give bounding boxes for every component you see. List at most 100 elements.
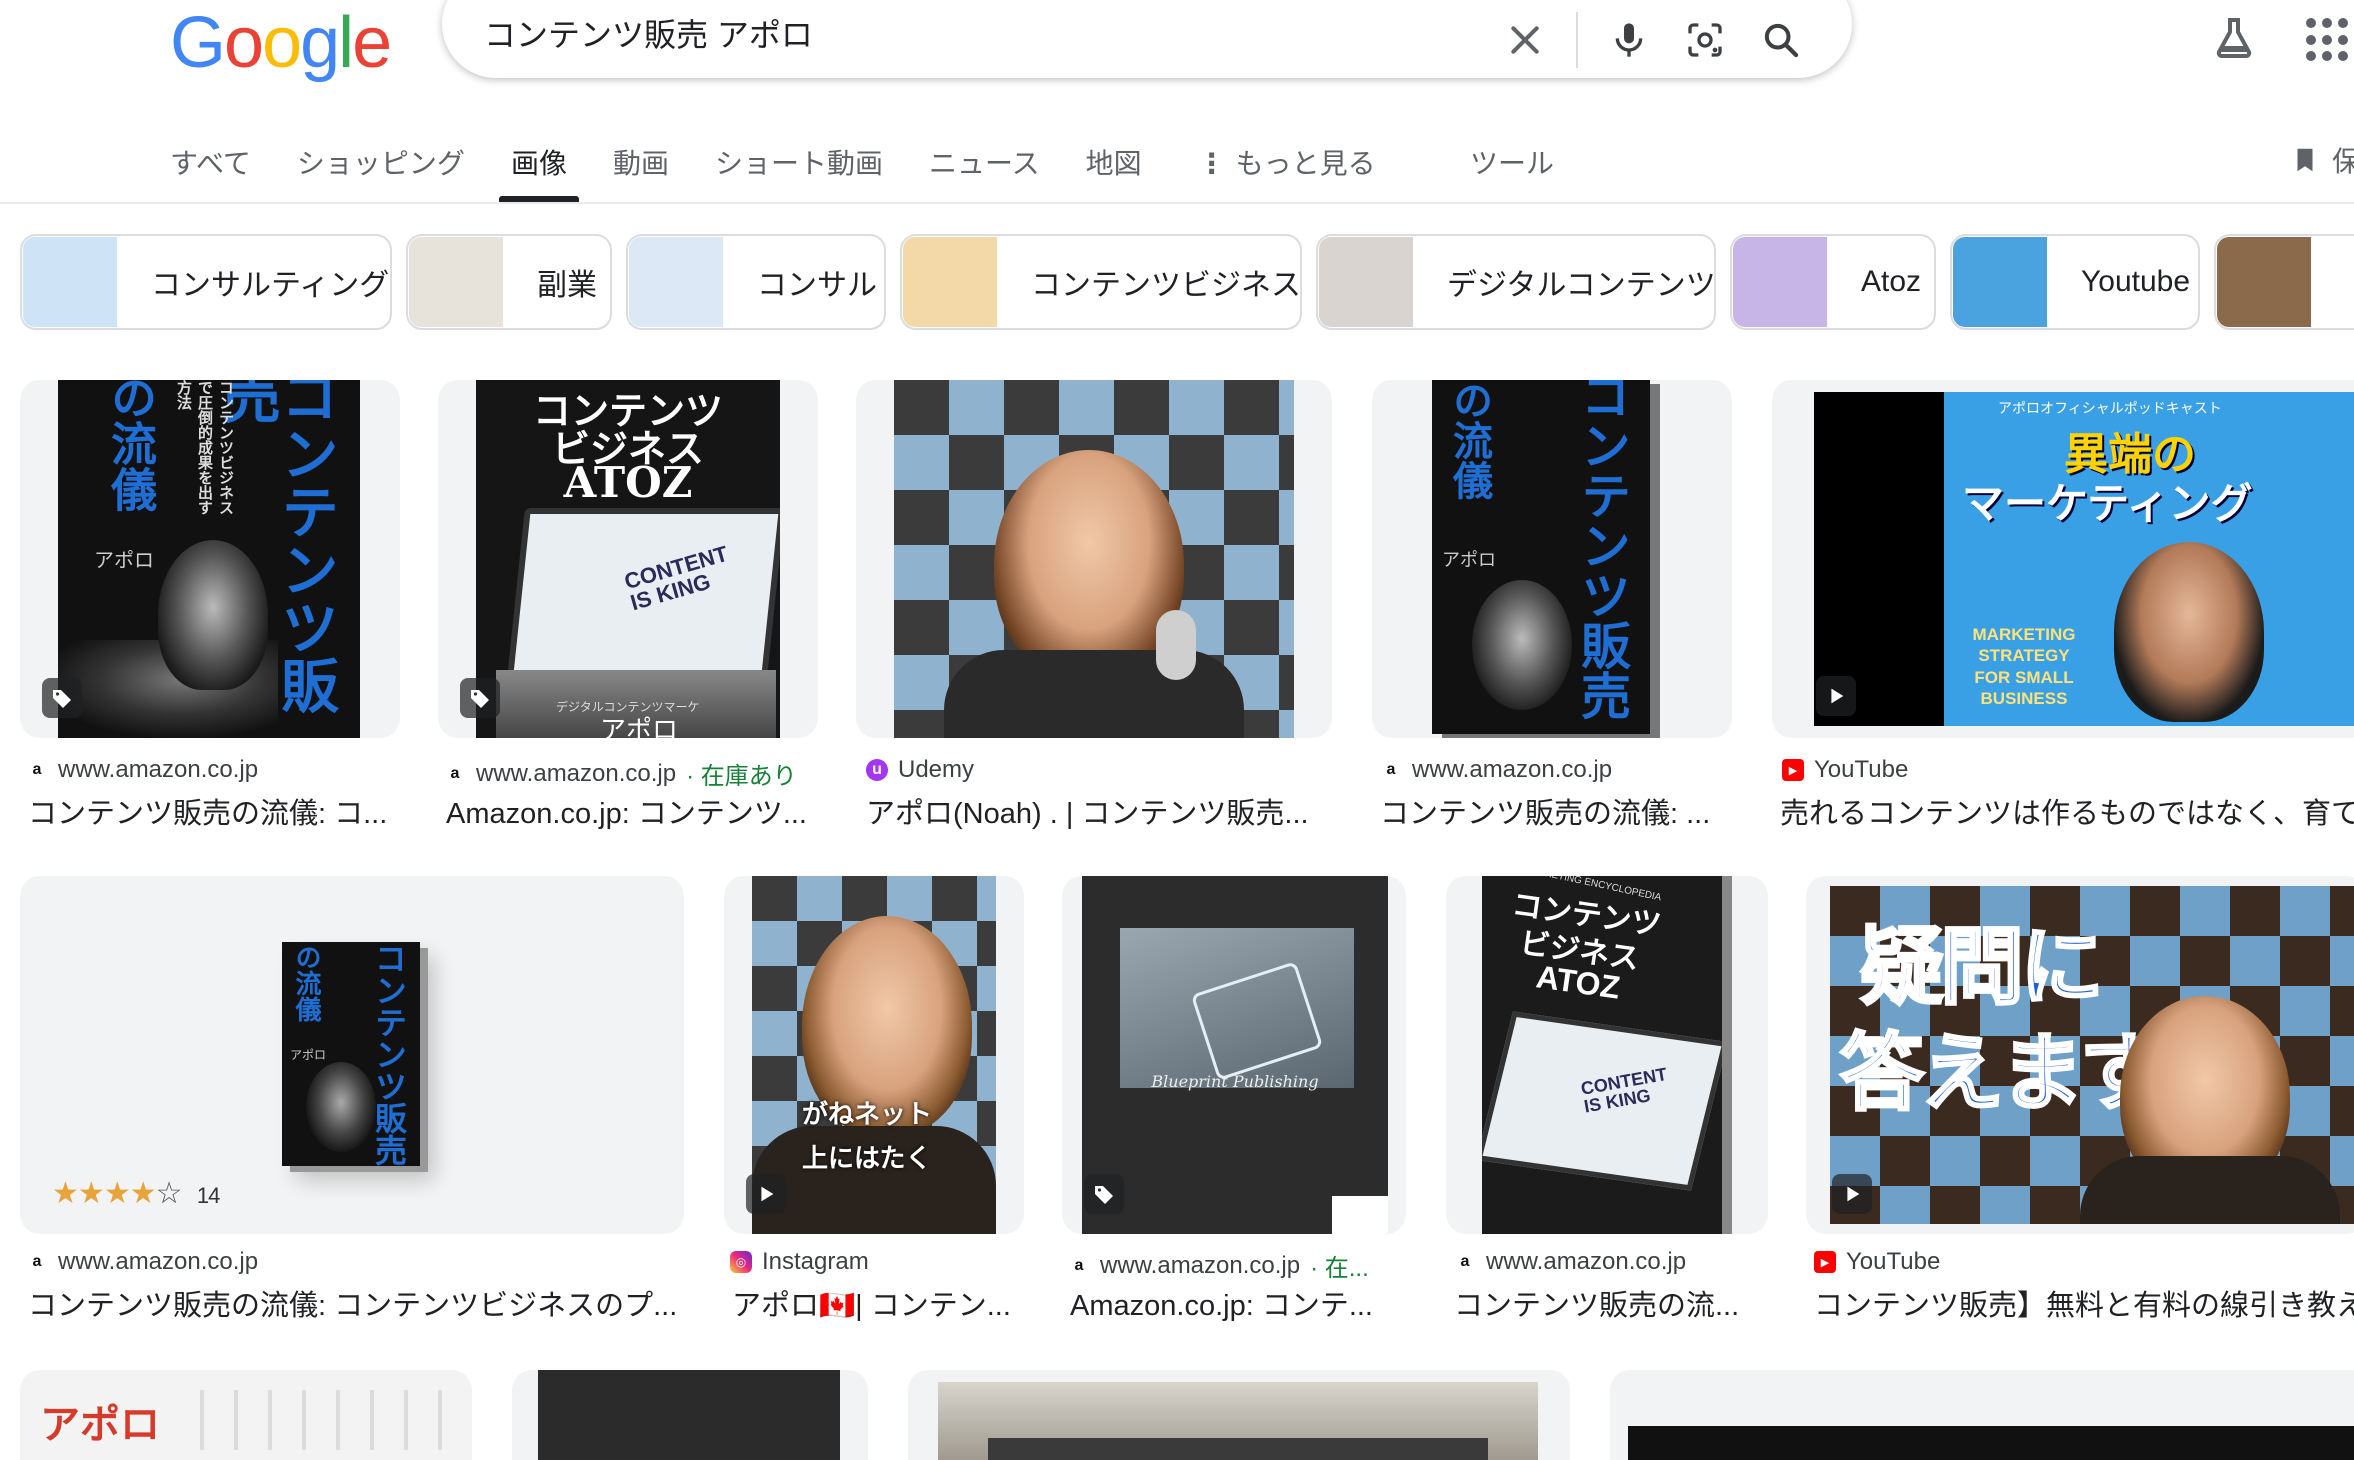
result-thumbnail[interactable]: アポロ	[20, 1370, 472, 1460]
image-result[interactable]: アポロ	[20, 1370, 472, 1460]
tab-label: 動画	[612, 148, 669, 179]
result-thumbnail[interactable]: アポロオフィシャルポッドキャスト 異端の マーケティング MARKETING S…	[1772, 380, 2354, 738]
book-cover-image: コンテンツ ビジネス ATOZ CONTENT IS KING デジタルコンテン…	[476, 380, 780, 738]
amazon-icon: a	[1460, 1253, 1470, 1270]
result-title[interactable]: コンテンツ販売】無料と有料の線引き教え	[1814, 1282, 2354, 1324]
image-result[interactable]	[908, 1370, 1570, 1460]
image-result[interactable]: コンテンツ販売 の流儀 アポロ ★★★★☆ 14 a www.amazon.co…	[20, 876, 684, 1336]
result-title[interactable]: コンテンツ販売の流...	[1454, 1282, 1768, 1324]
tools-button[interactable]: ツール	[1470, 142, 1554, 182]
result-source[interactable]: a www.amazon.co.jp	[1454, 1248, 1696, 1276]
image-result[interactable]: コンテンツ販売 の流儀 コンテンツビジネスで圧倒的成果を出す方法 アポロ a w…	[20, 380, 400, 840]
result-thumbnail[interactable]: コンテンツ販売 の流儀 アポロ	[1372, 380, 1732, 738]
result-thumbnail[interactable]	[512, 1370, 868, 1460]
tab-images[interactable]: 画像	[498, 136, 579, 202]
video-thumbnail-image: 疑問に 答えます	[1830, 886, 2354, 1224]
video-caption: 答えます	[1838, 1025, 2165, 1122]
result-image	[538, 1370, 840, 1460]
result-title[interactable]: Amazon.co.jp: コンテンツ...	[446, 790, 818, 832]
result-thumbnail[interactable]: Blueprint Publishing	[1062, 876, 1406, 1234]
tab-news[interactable]: ニュース	[929, 136, 1040, 202]
header-divider	[0, 202, 2354, 204]
tab-shopping[interactable]: ショッピング	[297, 136, 465, 202]
result-title[interactable]: コンテンツ販売の流儀: コンテンツビジネスのプ...	[28, 1282, 684, 1324]
source-domain: www.amazon.co.jp	[1412, 756, 1613, 783]
chip-thumbnail	[23, 237, 117, 327]
logo-letter: l	[338, 3, 354, 83]
search-input[interactable]: コンテンツ販売 アポロ	[484, 10, 813, 56]
tab-all[interactable]: すべて	[170, 136, 251, 202]
chip-consul[interactable]: コンサル	[626, 234, 886, 330]
chip-more[interactable]	[2214, 234, 2354, 330]
apps-grid-icon[interactable]	[2306, 18, 2350, 62]
book-title: コンテンツ販売	[370, 942, 408, 1166]
result-thumbnail[interactable]: MARKETING ENCYCLOPEDIA コンテンツ ビジネス ATOZ C…	[1446, 876, 1768, 1234]
chip-label: Youtube	[2081, 265, 2191, 298]
result-title[interactable]: コンテンツ販売の流儀: コ...	[28, 790, 400, 832]
amazon-icon: a	[1074, 1256, 1084, 1274]
result-title[interactable]: アポロ(Noah) . | コンテンツ販売...	[866, 790, 1332, 832]
tab-videos[interactable]: 動画	[613, 136, 669, 202]
tab-short-videos[interactable]: ショート動画	[715, 136, 883, 202]
result-source[interactable]: a www.amazon.co.jp	[26, 756, 268, 784]
image-result[interactable]: MARKETING ENCYCLOPEDIA コンテンツ ビジネス ATOZ C…	[1446, 876, 1768, 1336]
tab-more[interactable]: ⋮ もっと見る	[1198, 136, 1376, 202]
image-result[interactable]: コンテンツ販売 の流儀 アポロ a www.amazon.co.jp コンテンツ…	[1372, 380, 1732, 840]
result-thumbnail[interactable]: コンテンツ ビジネス ATOZ CONTENT IS KING デジタルコンテン…	[438, 380, 818, 738]
image-result[interactable]: u Udemy アポロ(Noah) . | コンテンツ販売...	[856, 380, 1332, 840]
search-icon[interactable]	[1758, 17, 1804, 63]
image-result[interactable]: Blueprint Publishing a www.amazon.co.jp …	[1062, 876, 1406, 1336]
result-source[interactable]: ▶ YouTube	[1782, 756, 1918, 784]
result-source[interactable]: ▶ YouTube	[1814, 1248, 1950, 1276]
result-thumbnail[interactable]	[856, 380, 1332, 738]
video-caption: がねネット	[802, 1099, 933, 1129]
result-thumbnail[interactable]: コンテンツ販売 の流儀 アポロ ★★★★☆ 14	[20, 876, 684, 1234]
star-icon: ★	[129, 1177, 157, 1210]
chip-content-business[interactable]: コンテンツビジネス	[900, 234, 1302, 330]
book-tagline: コンテンツビジネスで圧倒的成果を出す方法	[175, 380, 235, 515]
chip-consulting[interactable]: コンサルティング	[20, 234, 392, 330]
podcast-title: マーケティング	[1962, 480, 2253, 527]
search-box[interactable]: コンテンツ販売 アポロ	[442, 0, 1852, 78]
saved-button[interactable]: 保	[2290, 140, 2354, 180]
image-result[interactable]	[512, 1370, 868, 1460]
flask-icon[interactable]	[2210, 14, 2258, 62]
chip-youtube[interactable]: Youtube	[1950, 234, 2200, 330]
chip-side-job[interactable]: 副業	[406, 234, 612, 330]
result-source[interactable]: ◎ Instagram	[730, 1248, 879, 1276]
result-title[interactable]: 売れるコンテンツは作るものではなく、育て	[1780, 790, 2354, 832]
youtube-icon: ▶	[1782, 759, 1804, 781]
camera-lens-icon[interactable]	[1682, 17, 1728, 63]
image-result[interactable]: がねネット 上にはたく ◎ Instagram アポロ🇨🇦| コンテン...	[724, 876, 1024, 1336]
microphone-icon[interactable]	[1606, 17, 1652, 63]
result-title[interactable]: アポロ🇨🇦| コンテン...	[732, 1282, 1024, 1324]
source-domain: www.amazon.co.jp	[1486, 1248, 1687, 1275]
result-source[interactable]: a www.amazon.co.jp · 在...	[1068, 1248, 1369, 1283]
result-thumbnail[interactable]: がねネット 上にはたく	[724, 876, 1024, 1234]
result-source[interactable]: u Udemy	[866, 756, 984, 784]
result-thumbnail[interactable]	[1610, 1370, 2354, 1460]
image-result[interactable]: コンテンツ ビジネス ATOZ CONTENT IS KING デジタルコンテン…	[438, 380, 818, 840]
image-result[interactable]: アポロオフィシャルポッドキャスト 異端の マーケティング MARKETING S…	[1772, 380, 2354, 840]
image-result[interactable]: 疑問に 答えます ▶ YouTube コンテンツ販売】無料と有料の線引き教え	[1806, 876, 2354, 1336]
tab-maps[interactable]: 地図	[1086, 136, 1142, 202]
result-source[interactable]: a www.amazon.co.jp	[26, 1248, 268, 1276]
logo-letter: G	[170, 3, 226, 83]
google-logo[interactable]: Google	[170, 2, 392, 84]
chip-digital-content[interactable]: デジタルコンテンツ	[1316, 234, 1716, 330]
chip-atoz[interactable]: Atoz	[1730, 234, 1936, 330]
close-icon[interactable]	[1502, 17, 1548, 63]
result-source[interactable]: a www.amazon.co.jp · 在庫あり	[444, 756, 797, 791]
result-thumbnail[interactable]	[908, 1370, 1570, 1460]
search-tabs: すべて ショッピング 画像 動画 ショート動画 ニュース 地図 ⋮ もっと見る	[170, 136, 1376, 202]
result-title[interactable]: コンテンツ販売の流儀: ...	[1380, 790, 1732, 832]
source-extra: · 在庫あり	[686, 763, 797, 790]
product-tag-icon	[42, 678, 82, 718]
image-result[interactable]	[1610, 1370, 2354, 1460]
amazon-icon: a	[1386, 761, 1396, 778]
result-source[interactable]: a www.amazon.co.jp	[1380, 756, 1622, 784]
book-subtitle: の流儀	[104, 380, 158, 512]
result-title[interactable]: Amazon.co.jp: コンテ...	[1070, 1282, 1406, 1324]
result-thumbnail[interactable]: コンテンツ販売 の流儀 コンテンツビジネスで圧倒的成果を出す方法 アポロ	[20, 380, 400, 738]
result-thumbnail[interactable]: 疑問に 答えます	[1806, 876, 2354, 1234]
